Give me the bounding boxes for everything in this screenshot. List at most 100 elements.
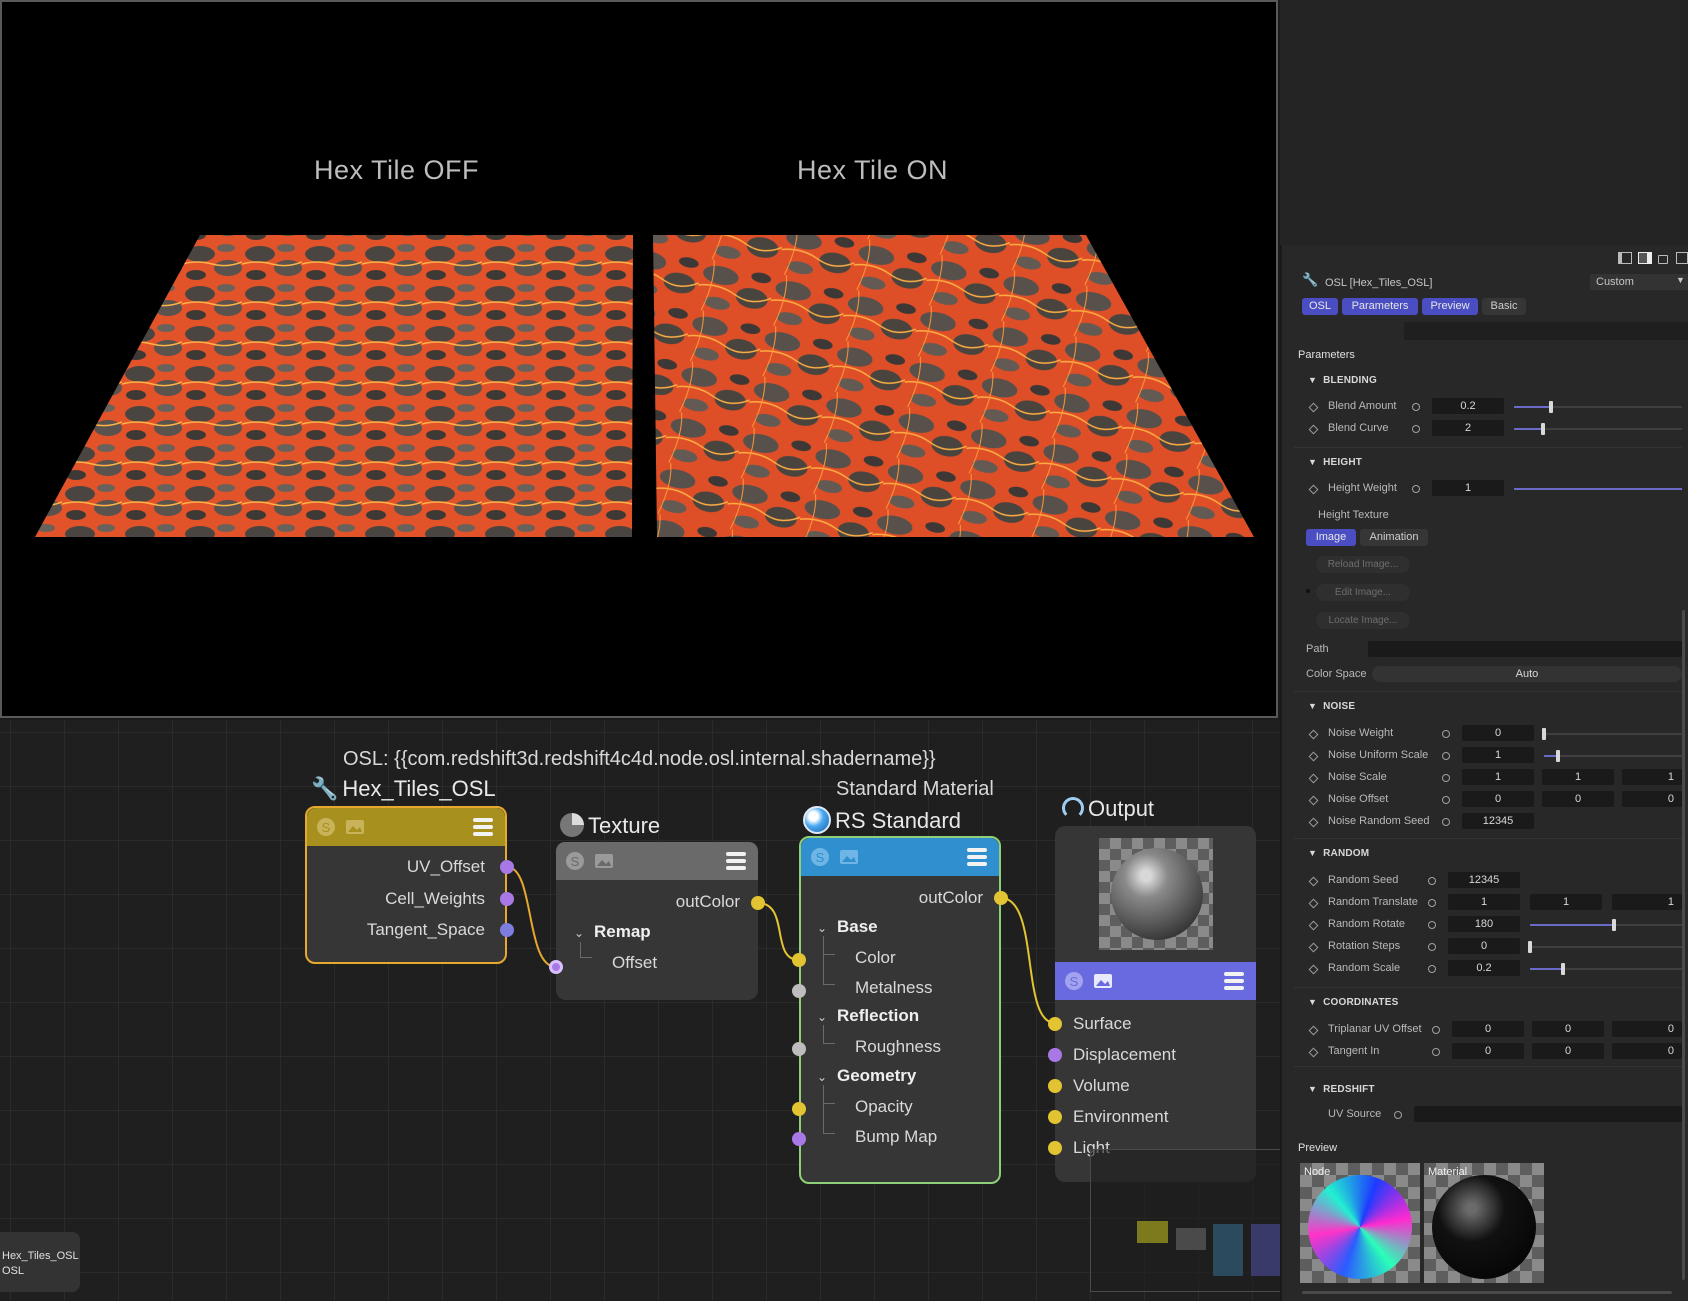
keyframe-icon[interactable] — [1308, 1025, 1319, 1036]
keyframe-icon[interactable] — [1308, 402, 1319, 413]
noise-scale-z-field[interactable]: 1 — [1622, 769, 1682, 785]
port-standard-outcolor[interactable] — [994, 891, 1008, 905]
rotation-steps-slider[interactable] — [1530, 946, 1682, 948]
animate-icon[interactable] — [1428, 921, 1436, 929]
noise-scale-x-field[interactable]: 1 — [1462, 769, 1534, 785]
group-geometry[interactable]: Geometry — [837, 1066, 916, 1086]
mode-dropdown[interactable]: Custom ▼ — [1590, 274, 1688, 290]
rotation-steps-slider-knob[interactable] — [1528, 941, 1532, 953]
tangent-y-field[interactable]: 0 — [1532, 1043, 1604, 1059]
random-seed-field[interactable]: 12345 — [1448, 872, 1520, 888]
tab-image[interactable]: Image — [1306, 529, 1356, 546]
port-opacity[interactable] — [792, 1102, 806, 1116]
node-preview-thumbnail[interactable]: Node — [1300, 1163, 1420, 1283]
section-blending[interactable]: ▼ BLENDING — [1308, 375, 1377, 386]
node-menu-icon[interactable] — [473, 818, 493, 836]
blend-curve-slider-knob[interactable] — [1541, 423, 1545, 435]
animate-icon[interactable] — [1442, 796, 1450, 804]
chevron-down-icon[interactable]: ⌄ — [817, 1070, 827, 1084]
animate-icon[interactable] — [1442, 774, 1450, 782]
random-rotate-slider-knob[interactable] — [1612, 919, 1616, 931]
path-field[interactable] — [1368, 641, 1682, 657]
animate-icon[interactable] — [1428, 899, 1436, 907]
keyframe-icon[interactable] — [1308, 729, 1319, 740]
blend-amount-slider-knob[interactable] — [1549, 401, 1553, 413]
uv-source-field[interactable] — [1414, 1106, 1682, 1122]
keyframe-icon[interactable] — [1308, 751, 1319, 762]
keyframe-icon[interactable] — [1308, 942, 1319, 953]
tab-preview[interactable]: Preview — [1422, 298, 1478, 315]
animate-icon[interactable] — [1428, 965, 1436, 973]
animate-icon[interactable] — [1412, 425, 1420, 433]
horizontal-scrollbar[interactable] — [1302, 1291, 1672, 1294]
port-environment[interactable] — [1048, 1110, 1062, 1124]
noise-weight-slider-knob[interactable] — [1542, 728, 1546, 740]
keyframe-icon[interactable] — [1308, 484, 1319, 495]
chevron-down-icon[interactable]: ⌄ — [574, 926, 584, 940]
material-preview-thumbnail[interactable]: Material — [1424, 1163, 1544, 1283]
color-space-dropdown[interactable]: Auto — [1372, 666, 1682, 682]
port-volume[interactable] — [1048, 1079, 1062, 1093]
random-translate-x-field[interactable]: 1 — [1448, 894, 1520, 910]
attribute-manager[interactable]: 🔧 OSL [Hex_Tiles_OSL] Custom ▼ OSL Param… — [1280, 245, 1688, 1301]
animate-icon[interactable] — [1428, 877, 1436, 885]
triplanar-y-field[interactable]: 0 — [1532, 1021, 1604, 1037]
tab-parameters[interactable]: Parameters — [1342, 298, 1418, 315]
keyframe-icon[interactable] — [1308, 876, 1319, 887]
port-texture-outcolor[interactable] — [751, 896, 765, 910]
group-remap[interactable]: Remap — [594, 922, 651, 942]
rotation-steps-field[interactable]: 0 — [1448, 938, 1520, 954]
hex-tiles-osl-node[interactable]: S UV_Offset Cell_Weights Tangent_Space — [305, 806, 507, 964]
keyframe-icon[interactable] — [1308, 795, 1319, 806]
random-translate-z-field[interactable]: 1 — [1612, 894, 1682, 910]
node-menu-icon[interactable] — [1224, 972, 1244, 990]
section-coordinates[interactable]: ▼ COORDINATES — [1308, 997, 1398, 1008]
port-cell-weights[interactable] — [500, 892, 514, 906]
chevron-down-icon[interactable]: ⌄ — [817, 921, 827, 935]
search-bar[interactable] — [1404, 322, 1688, 340]
height-weight-field[interactable]: 1 — [1432, 480, 1504, 496]
lock-icon[interactable] — [1658, 255, 1668, 264]
noise-weight-field[interactable]: 0 — [1462, 725, 1534, 741]
blend-curve-field[interactable]: 2 — [1432, 420, 1504, 436]
noise-uniform-scale-slider[interactable] — [1544, 755, 1682, 757]
reload-image-button[interactable]: Reload Image... — [1316, 556, 1410, 573]
new-window-icon[interactable] — [1676, 252, 1688, 264]
animate-icon[interactable] — [1412, 485, 1420, 493]
random-rotate-field[interactable]: 180 — [1448, 916, 1520, 932]
output-node[interactable]: S Surface Displacement Volume Environmen… — [1055, 826, 1256, 1182]
vertical-scrollbar[interactable] — [1682, 610, 1685, 1280]
panel-toggle-icon[interactable] — [1638, 252, 1652, 264]
tangent-z-field[interactable]: 0 — [1612, 1043, 1682, 1059]
keyframe-icon[interactable] — [1308, 817, 1319, 828]
port-metalness[interactable] — [792, 984, 806, 998]
rs-standard-node[interactable]: S outColor ⌄ Base Color Metalness ⌄ Refl… — [799, 836, 1001, 1184]
chevron-down-icon[interactable]: ⌄ — [817, 1010, 827, 1024]
random-scale-field[interactable]: 0.2 — [1448, 960, 1520, 976]
group-base[interactable]: Base — [837, 917, 878, 937]
triplanar-x-field[interactable]: 0 — [1452, 1021, 1524, 1037]
port-displacement[interactable] — [1048, 1048, 1062, 1062]
tab-osl[interactable]: OSL — [1302, 298, 1338, 315]
noise-offset-z-field[interactable]: 0 — [1622, 791, 1682, 807]
animate-icon[interactable] — [1432, 1026, 1440, 1034]
port-bump-map[interactable] — [792, 1132, 806, 1146]
texture-node[interactable]: S outColor ⌄ Remap Offset — [556, 842, 758, 1000]
triplanar-z-field[interactable]: 0 — [1612, 1021, 1682, 1037]
noise-offset-x-field[interactable]: 0 — [1462, 791, 1534, 807]
node-info-chip[interactable]: Hex_Tiles_OSL OSL — [0, 1232, 80, 1292]
keyframe-icon[interactable] — [1308, 424, 1319, 435]
group-reflection[interactable]: Reflection — [837, 1006, 919, 1026]
port-color[interactable] — [792, 953, 806, 967]
blend-amount-field[interactable]: 0.2 — [1432, 398, 1504, 414]
animate-icon[interactable] — [1428, 943, 1436, 951]
section-random[interactable]: ▼ RANDOM — [1308, 848, 1369, 859]
section-redshift[interactable]: ▼ REDSHIFT — [1308, 1084, 1375, 1095]
noise-weight-slider[interactable] — [1544, 733, 1682, 735]
keyframe-icon[interactable] — [1308, 1047, 1319, 1058]
tab-basic[interactable]: Basic — [1482, 298, 1526, 315]
noise-uniform-scale-slider-knob[interactable] — [1556, 750, 1560, 762]
port-offset[interactable] — [549, 960, 563, 974]
animate-icon[interactable] — [1394, 1111, 1402, 1119]
keyframe-icon[interactable] — [1308, 773, 1319, 784]
